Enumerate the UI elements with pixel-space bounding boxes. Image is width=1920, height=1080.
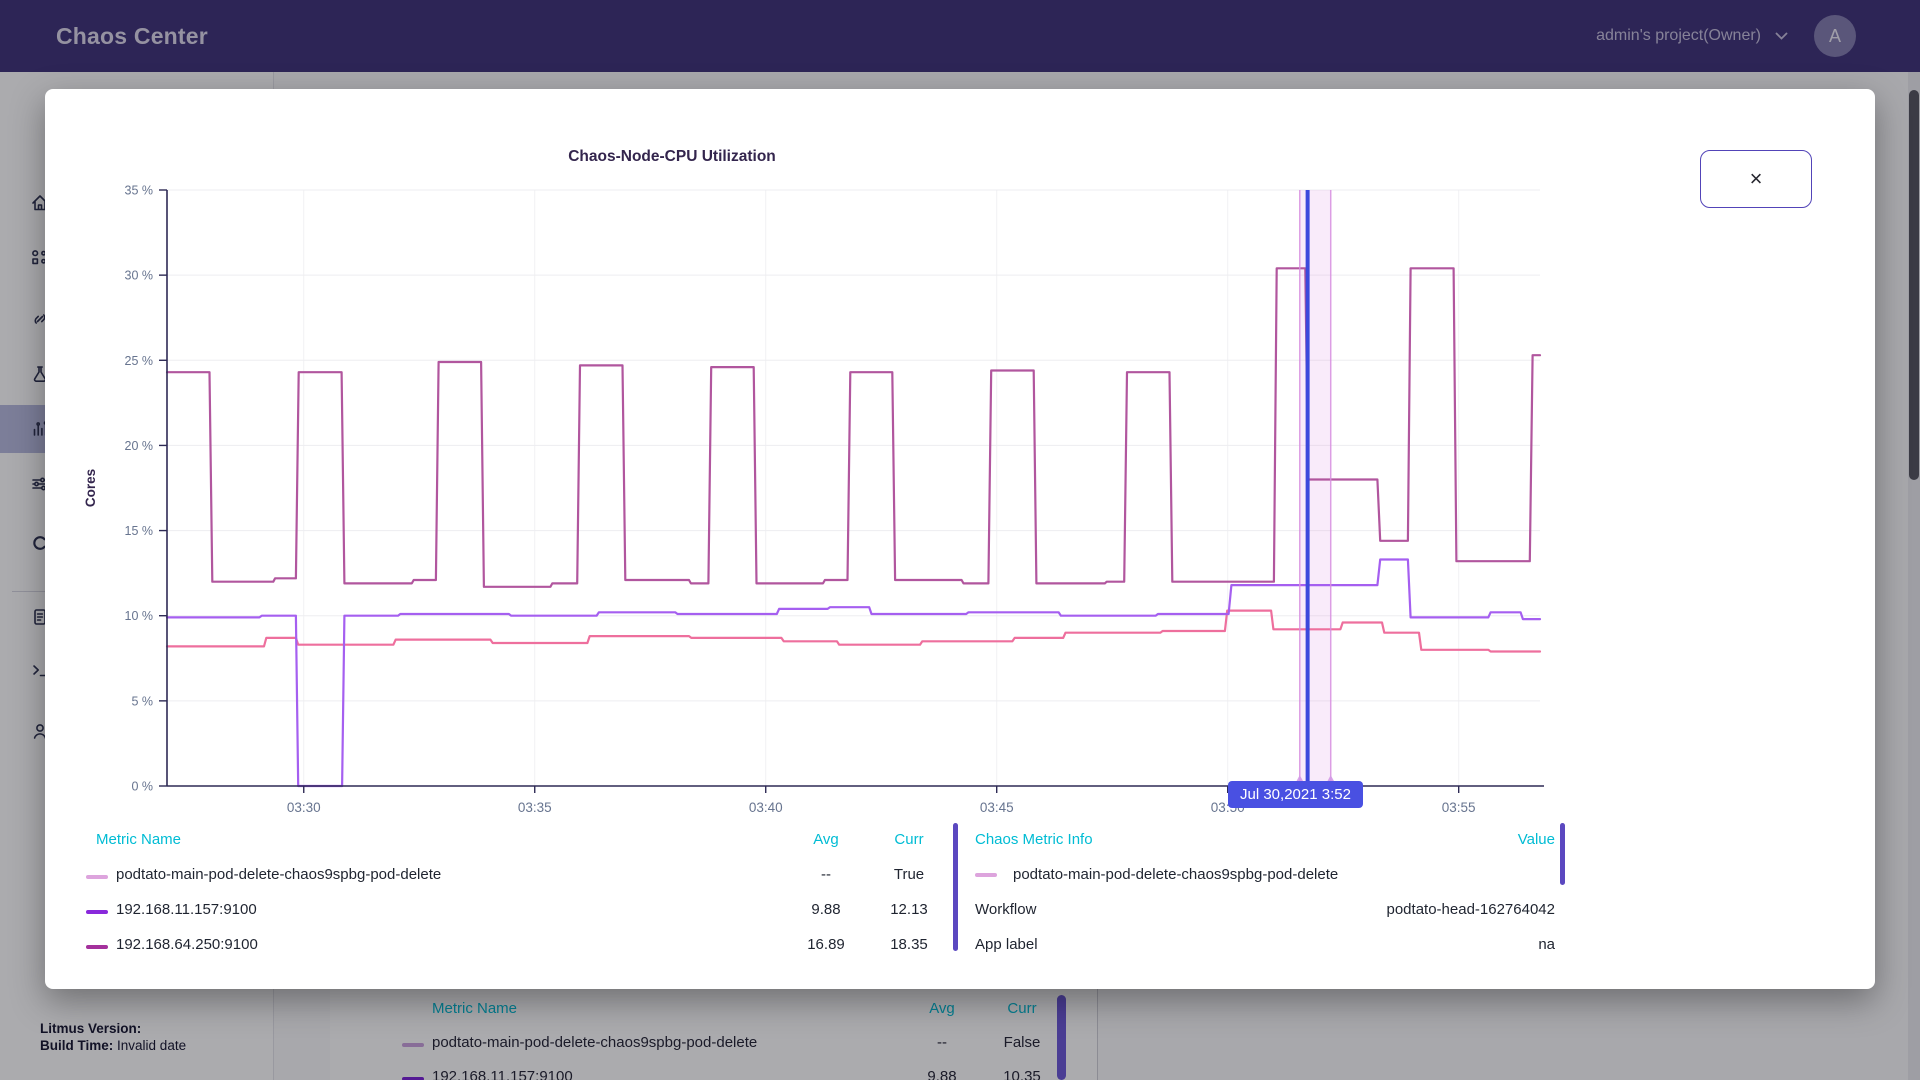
x-tick-label: 03:35 xyxy=(518,800,552,815)
series-line xyxy=(167,268,1540,587)
x-tick-label: 03:45 xyxy=(980,800,1014,815)
chart-canvas[interactable]: 0 % 5 % 10 % 15 % 20 % 25 % 30 % 35 % 03:30 03:35… xyxy=(45,89,1875,829)
y-tick-label: 10 % xyxy=(125,609,154,623)
cpu-utilization-chart[interactable]: 0 % 5 % 10 % 15 % 20 % 25 % 30 % 35 % 03:30 03:35… xyxy=(45,89,1875,829)
y-tick-label: 5 % xyxy=(131,694,153,708)
chaos-info-value-header: Value xyxy=(1518,831,1555,848)
x-tick-label: 03:40 xyxy=(749,800,783,815)
y-tick-label: 20 % xyxy=(125,439,154,453)
y-tick-label: 25 % xyxy=(125,354,154,368)
legend-row[interactable]: 192.168.11.157:91009.8812.13 xyxy=(86,892,952,927)
legend-row[interactable]: 192.168.64.250:910016.8918.35 xyxy=(86,927,952,962)
x-tick-label: 03:30 xyxy=(287,800,321,815)
y-tick-label: 0 % xyxy=(131,780,153,794)
y-tick-label: 35 % xyxy=(125,184,154,198)
chaos-metric-info-table: Chaos Metric Info Value podtato-main-pod… xyxy=(975,822,1555,962)
chaos-info-row: Workflowpodtato-head-162764042 xyxy=(975,892,1555,927)
legend-header-metric-name: Metric Name xyxy=(86,831,786,848)
y-axis-title: Cores xyxy=(83,469,98,507)
series-line xyxy=(167,560,1540,787)
legend-row[interactable]: podtato-main-pod-delete-chaos9spbg-pod-d… xyxy=(86,857,952,892)
legend-header-avg: Avg xyxy=(786,831,866,848)
legend-divider-bar[interactable] xyxy=(953,823,958,951)
legend-metrics-table: Metric Name Avg Curr podtato-main-pod-de… xyxy=(86,822,952,962)
x-tick-label: 03:55 xyxy=(1442,800,1476,815)
legend-header-row: Metric Name Avg Curr xyxy=(86,822,952,857)
y-tick-label: 30 % xyxy=(125,269,154,283)
chaos-info-row: App labelna xyxy=(975,927,1555,962)
chaos-info-header-row: Chaos Metric Info Value xyxy=(975,822,1555,857)
chart-tooltip: Jul 30,2021 3:52 xyxy=(1228,781,1363,808)
chaos-info-header: Chaos Metric Info xyxy=(975,831,1518,848)
legend-header-curr: Curr xyxy=(866,831,952,848)
chaos-info-row: podtato-main-pod-delete-chaos9spbg-pod-d… xyxy=(975,857,1555,892)
chart-modal: Chaos-Node-CPU Utilization × 0 %5 %10 %1… xyxy=(45,89,1875,989)
y-tick-label: 15 % xyxy=(125,524,154,538)
chaos-info-scrollbar[interactable] xyxy=(1560,823,1565,885)
